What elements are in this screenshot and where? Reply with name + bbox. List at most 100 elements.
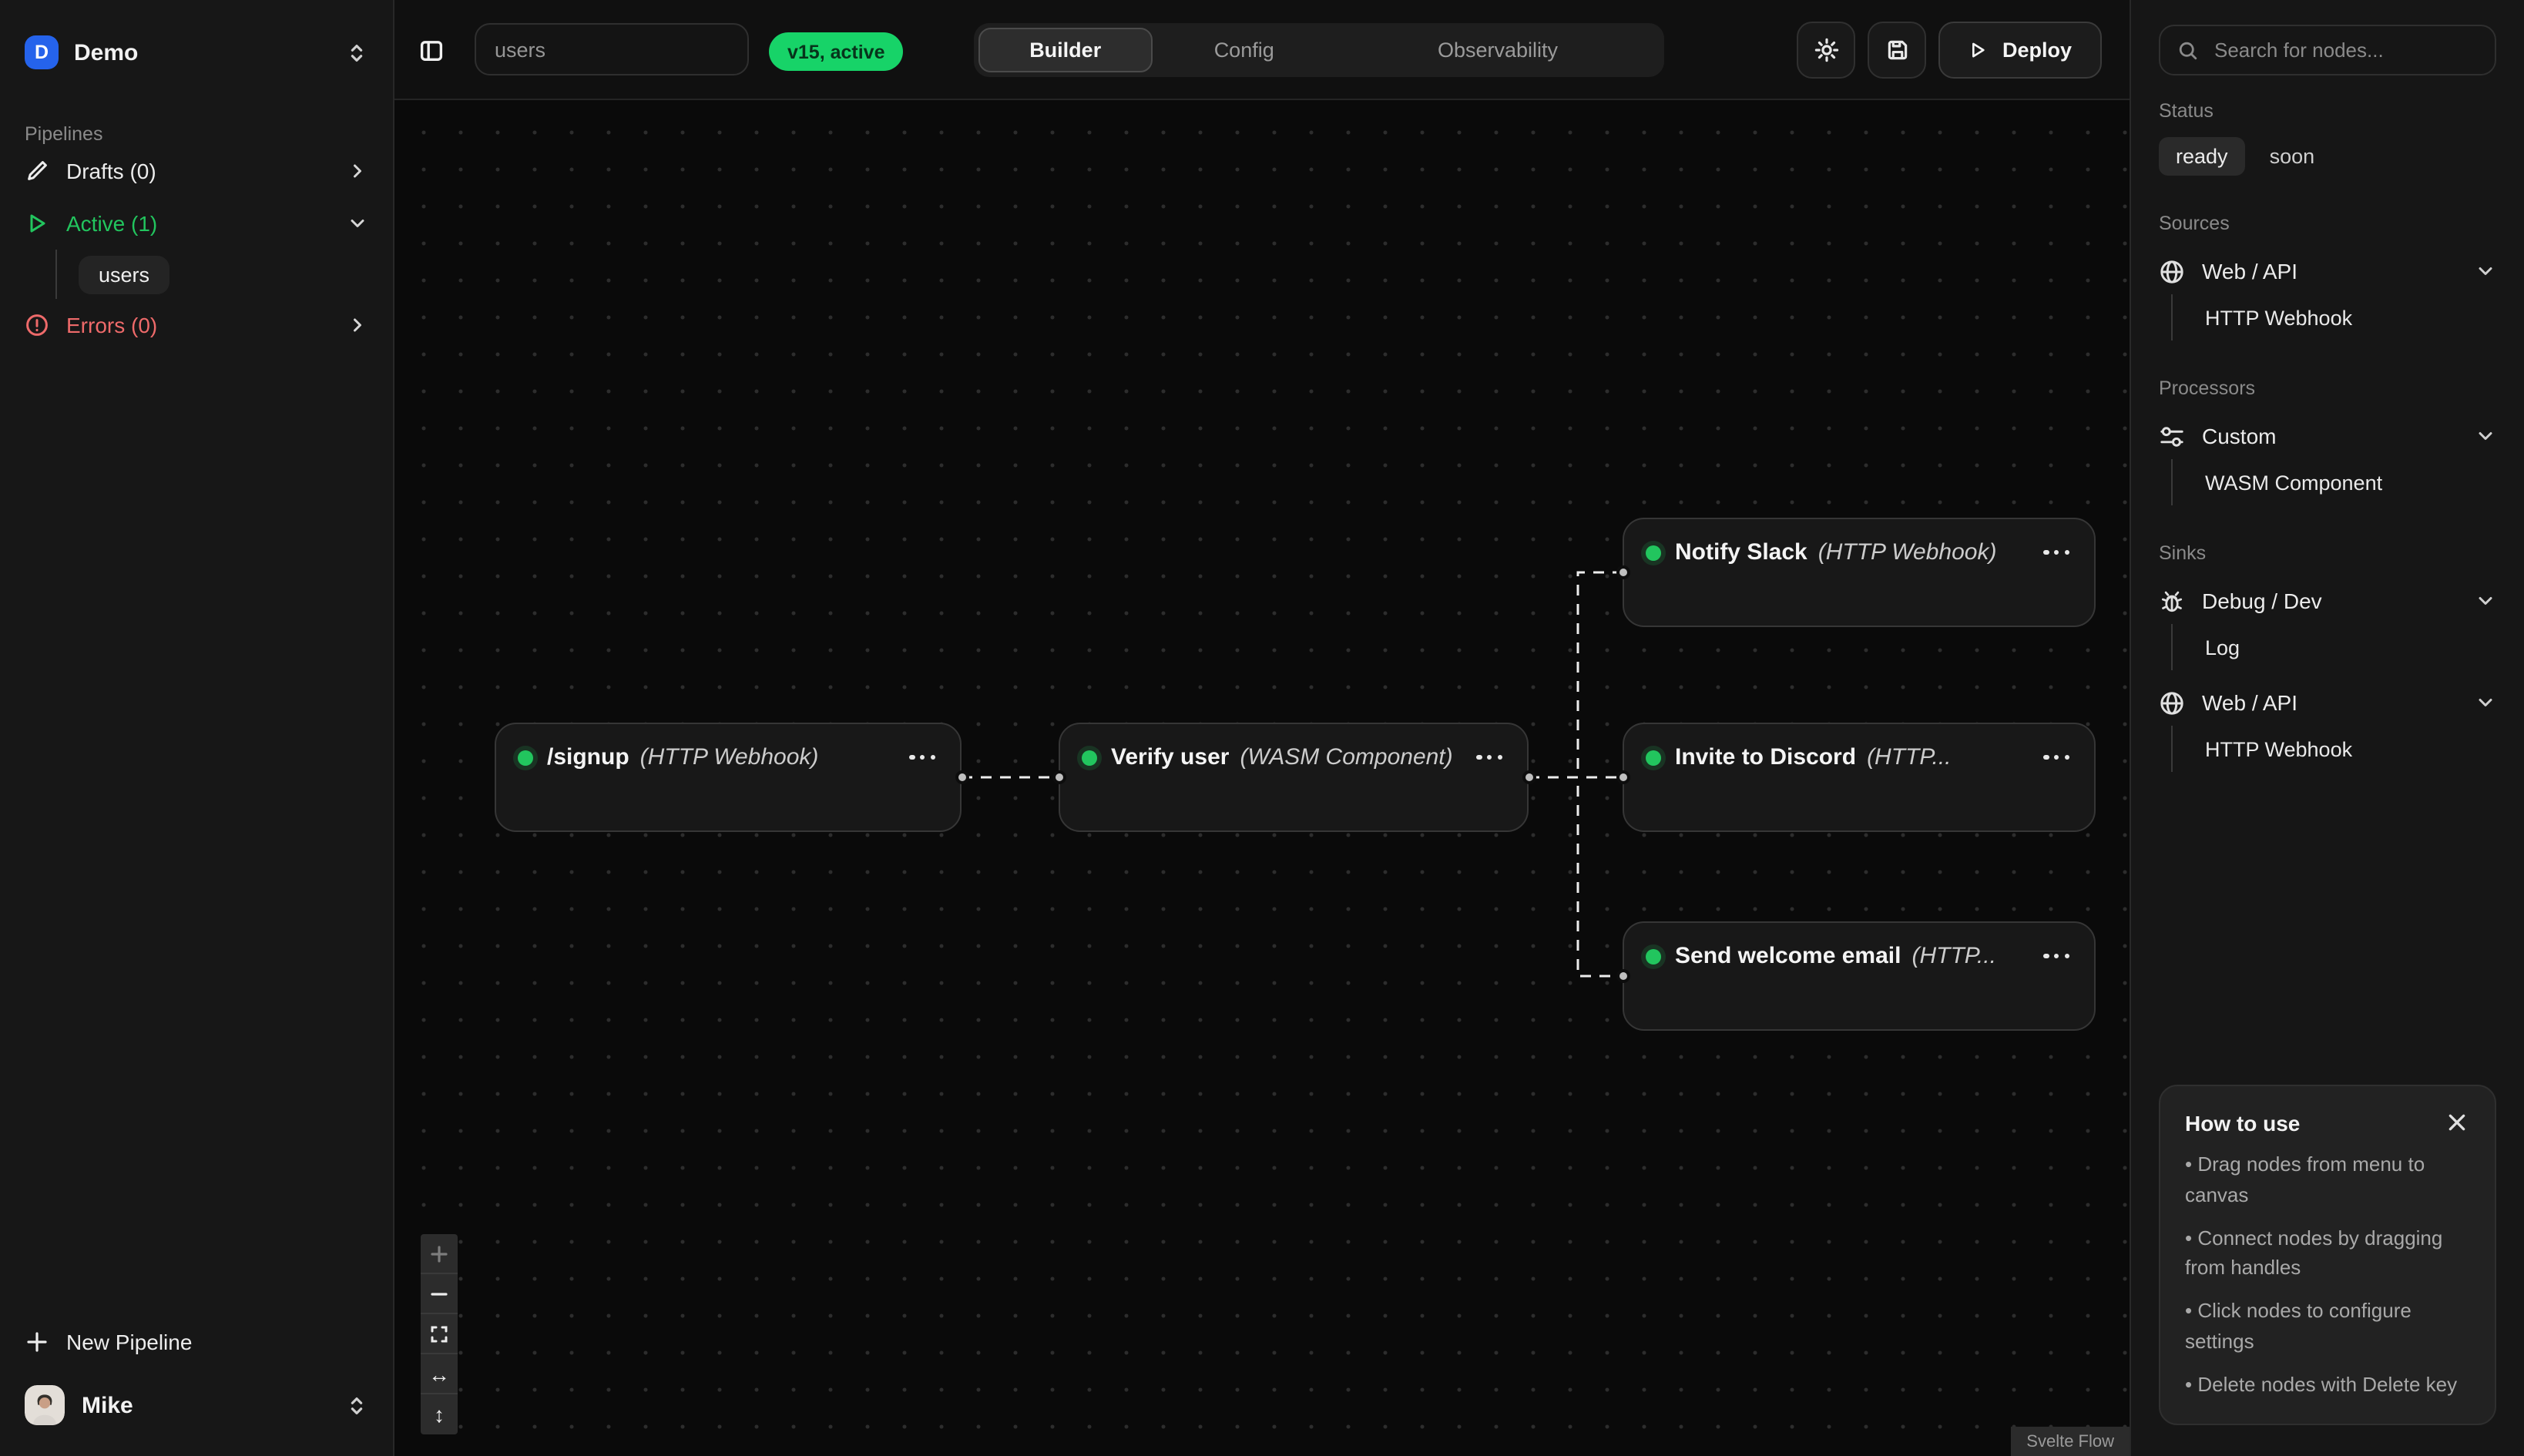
- node-title: Notify Slack: [1675, 539, 1807, 565]
- drafts-label: Drafts (0): [66, 159, 156, 183]
- group-name: Debug / Dev: [2202, 589, 2322, 613]
- edge-verify-notify: [1529, 572, 1623, 777]
- globe-icon: [2159, 258, 2185, 284]
- settings-button[interactable]: [1797, 22, 1855, 79]
- group-custom[interactable]: Custom: [2159, 413, 2496, 459]
- processors-section-label: Processors: [2159, 377, 2496, 399]
- tab-builder[interactable]: Builder: [978, 28, 1152, 72]
- fit-view-icon: [430, 1324, 448, 1343]
- deploy-button[interactable]: Deploy: [1938, 22, 2102, 79]
- active-label: Active (1): [66, 211, 157, 236]
- svelte-flow-attribution[interactable]: Svelte Flow: [2011, 1427, 2130, 1456]
- node-invite-discord[interactable]: Invite to Discord (HTTP...: [1623, 723, 2096, 832]
- version-badge: v15, active: [769, 32, 904, 71]
- handle-send-in[interactable]: [1616, 969, 1630, 983]
- new-pipeline-label: New Pipeline: [66, 1330, 192, 1354]
- new-pipeline-button[interactable]: New Pipeline: [25, 1314, 368, 1370]
- view-tabs: Builder Config Observability: [974, 23, 1664, 77]
- node-header: Notify Slack (HTTP Webhook): [1646, 539, 2073, 565]
- node-verify-user[interactable]: Verify user (WASM Component): [1059, 723, 1529, 832]
- tab-config[interactable]: Config: [1152, 28, 1336, 72]
- palette-node-log[interactable]: Log: [2205, 624, 2496, 670]
- pipeline-name-input[interactable]: [475, 23, 749, 75]
- errors-label: Errors (0): [66, 313, 157, 337]
- node-type: (HTTP...: [1911, 943, 1995, 969]
- palette-node-wasm-component[interactable]: WASM Component: [2205, 459, 2496, 505]
- handle-verify-out[interactable]: [1522, 770, 1536, 784]
- group-name: Web / API: [2202, 259, 2297, 283]
- search-icon: [2177, 39, 2199, 61]
- filter-ready[interactable]: ready: [2159, 137, 2245, 176]
- chevron-right-icon: [347, 314, 368, 336]
- node-status-dot: [1082, 750, 1097, 765]
- zoom-out-button[interactable]: [421, 1274, 458, 1314]
- sidebar-item-pipeline-users[interactable]: users: [79, 255, 169, 294]
- node-type: (HTTP Webhook): [1818, 539, 1997, 565]
- status-label: Status: [2159, 100, 2496, 122]
- help-panel: How to use Drag nodes from menu to canva…: [2159, 1085, 2496, 1425]
- node-type: (HTTP...: [1867, 744, 1951, 770]
- sidebar-spacer: [25, 351, 368, 1314]
- flow-canvas[interactable]: /signup (HTTP Webhook) Verify user (WASM…: [394, 100, 2130, 1456]
- top-toolbar: v15, active Builder Config Observability…: [394, 0, 2130, 100]
- user-menu[interactable]: Mike: [25, 1370, 368, 1441]
- sliders-icon: [2159, 423, 2185, 449]
- sidebar-item-active[interactable]: Active (1): [25, 197, 368, 250]
- bug-icon: [2159, 588, 2185, 614]
- handle-notify-in[interactable]: [1616, 565, 1630, 579]
- node-title: Send welcome email: [1675, 943, 1901, 969]
- handle-invite-in[interactable]: [1616, 770, 1630, 784]
- palette-node-http-webhook-sink[interactable]: HTTP Webhook: [2205, 726, 2496, 772]
- node-header: Verify user (WASM Component): [1082, 744, 1505, 770]
- node-notify-slack[interactable]: Notify Slack (HTTP Webhook): [1623, 518, 2096, 627]
- toggle-sidebar-button[interactable]: [410, 29, 453, 72]
- node-status-dot: [1646, 545, 1661, 560]
- zoom-in-button[interactable]: [421, 1234, 458, 1274]
- filter-soon[interactable]: soon: [2270, 145, 2315, 168]
- workspace-avatar: D: [25, 35, 59, 69]
- group-debug-dev[interactable]: Debug / Dev: [2159, 578, 2496, 624]
- workspace-switcher[interactable]: D Demo: [25, 22, 368, 83]
- active-pipeline-tree: users: [55, 250, 368, 299]
- node-search[interactable]: [2159, 25, 2496, 75]
- node-send-welcome-email[interactable]: Send welcome email (HTTP...: [1623, 921, 2096, 1031]
- node-signup[interactable]: /signup (HTTP Webhook): [495, 723, 962, 832]
- user-name: Mike: [82, 1392, 133, 1418]
- sidebar-item-errors[interactable]: Errors (0): [25, 299, 368, 351]
- sidebar-item-drafts[interactable]: Drafts (0): [25, 145, 368, 197]
- pipeline-builder-app: D Demo Pipelines Drafts (0) Active (1): [0, 0, 2524, 1456]
- handle-signup-out[interactable]: [955, 770, 968, 784]
- play-icon: [25, 211, 49, 236]
- tab-observability[interactable]: Observability: [1336, 28, 1660, 72]
- node-menu-icon[interactable]: [2041, 948, 2073, 965]
- vertical-fit-button[interactable]: ↕: [421, 1394, 458, 1434]
- node-menu-icon[interactable]: [907, 749, 938, 766]
- node-status-dot: [518, 750, 533, 765]
- sinks-section-label: Sinks: [2159, 542, 2496, 564]
- search-input[interactable]: [2211, 37, 2478, 63]
- arrows-vertical-icon: ↕: [434, 1402, 445, 1427]
- chevron-down-icon: [2475, 692, 2496, 713]
- node-status-dot: [1646, 948, 1661, 964]
- gear-icon: [1813, 37, 1839, 63]
- node-menu-icon[interactable]: [2041, 544, 2073, 561]
- close-icon[interactable]: [2444, 1110, 2470, 1136]
- alert-circle-icon: [25, 313, 49, 337]
- edge-verify-send: [1529, 777, 1623, 976]
- node-header: Send welcome email (HTTP...: [1646, 943, 2073, 969]
- help-bullet: Drag nodes from menu to canvas: [2185, 1150, 2470, 1209]
- node-menu-icon[interactable]: [2041, 749, 2073, 766]
- palette-node-http-webhook-source[interactable]: HTTP Webhook: [2205, 294, 2496, 341]
- horizontal-fit-button[interactable]: ↔: [421, 1354, 458, 1394]
- handle-verify-in[interactable]: [1052, 770, 1066, 784]
- sources-section-label: Sources: [2159, 213, 2496, 234]
- chevron-down-icon: [347, 213, 368, 234]
- group-web-api-sources[interactable]: Web / API: [2159, 248, 2496, 294]
- group-web-api-sinks[interactable]: Web / API: [2159, 679, 2496, 726]
- node-menu-icon[interactable]: [1474, 749, 1505, 766]
- fit-view-button[interactable]: [421, 1314, 458, 1354]
- status-filters: ready soon: [2159, 137, 2496, 176]
- pencil-icon: [25, 159, 49, 183]
- save-button[interactable]: [1868, 22, 1926, 79]
- minus-icon: [430, 1284, 448, 1303]
